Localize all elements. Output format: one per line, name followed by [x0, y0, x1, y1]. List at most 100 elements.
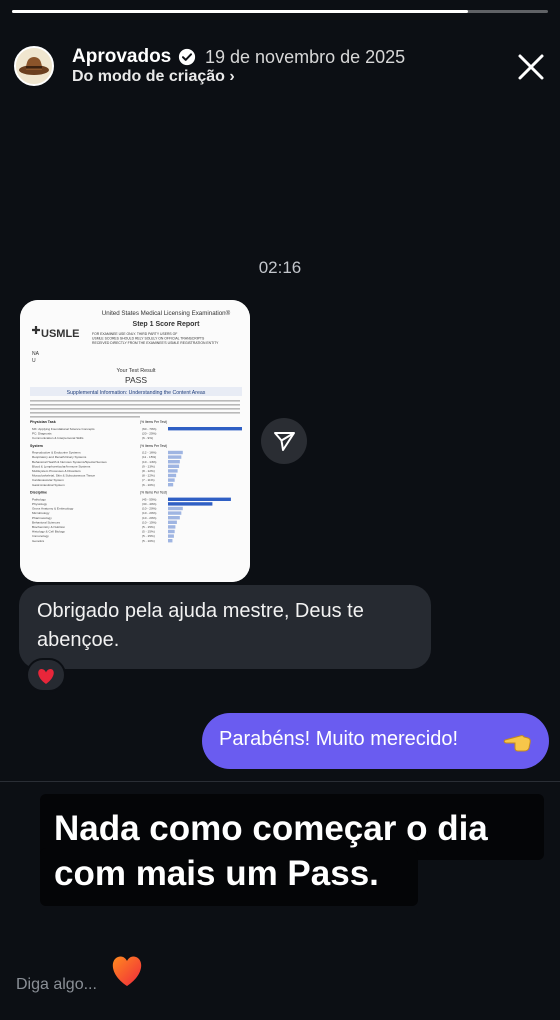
report-row-bar	[168, 511, 182, 515]
report-row-range: (10 - 20%)	[142, 507, 156, 511]
report-row-label: Communication & Interpersonal Skills	[32, 436, 84, 440]
report-row-range: (8 - 12%)	[142, 474, 155, 478]
share-button[interactable]	[261, 418, 307, 464]
report-group-heading: Discipline	[30, 491, 47, 495]
report-row-label: Behavioral Health & Nervous Systems/Spec…	[32, 460, 107, 464]
close-icon[interactable]	[516, 52, 546, 82]
like-heart-icon[interactable]	[106, 950, 148, 990]
report-column-heading: (% Items Per Test)	[140, 420, 167, 424]
report-row-label: Respiratory and Renal/Urinary Systems	[32, 455, 87, 459]
report-title: Step 1 Score Report	[133, 321, 201, 328]
verified-badge-icon	[178, 48, 196, 66]
report-row-range: (11 - 15%)	[142, 455, 156, 459]
report-row-label: Gastrointestinal System	[32, 483, 65, 487]
report-body-line	[30, 404, 240, 406]
report-row-label: Immunology	[32, 534, 49, 538]
report-row-label: Cardiovascular System	[32, 478, 64, 482]
report-row-label: PC: Diagnosis	[32, 431, 52, 435]
report-row-bar	[168, 450, 183, 455]
send-icon	[274, 432, 295, 451]
story-caption: Nada como começar o dia com mais um Pass…	[54, 806, 534, 896]
avatar[interactable]	[14, 46, 54, 86]
report-row-bar	[168, 529, 175, 534]
report-row-range: (30 - 40%)	[142, 502, 156, 506]
incoming-message-bubble[interactable]: Obrigado pela ajuda mestre, Deus te aben…	[19, 585, 431, 669]
report-group-heading: System	[30, 444, 43, 448]
report-body-line	[30, 416, 140, 418]
report-body-line	[30, 408, 240, 410]
result-label: Your Test Result	[117, 368, 156, 374]
report-row-label: Biochemistry & Nutrition	[32, 525, 65, 529]
report-row-range: (12 - 16%)	[142, 451, 156, 455]
message-timestamp: 02:16	[258, 258, 302, 277]
cowboy-hat-icon	[16, 48, 52, 84]
report-column-heading: (% Items Per Test)	[140, 444, 167, 448]
report-row-bar	[168, 539, 173, 543]
divider	[0, 781, 560, 782]
post-date: 19 de novembro de 2025	[205, 47, 406, 67]
outgoing-message-bubble[interactable]: Parabéns! Muito merecido!	[202, 713, 549, 769]
report-row-label: MK: Applying Foundational Science Concep…	[32, 427, 95, 431]
report-row-label: Behavioral Sciences	[32, 520, 60, 524]
report-body-line	[30, 400, 240, 402]
report-row-bar	[168, 469, 178, 473]
report-row-bar	[168, 534, 174, 538]
caption-line: Nada como começar o dia	[54, 809, 488, 848]
report-row-bar	[168, 483, 174, 487]
report-row-range: (7 - 11%)	[142, 478, 155, 482]
report-row-range: (60 - 70%)	[142, 427, 156, 431]
report-row-range: (5 - 15%)	[142, 530, 155, 534]
reply-input[interactable]: Diga algo...	[16, 976, 97, 994]
report-row-bar	[168, 464, 180, 468]
incoming-message-text: Obrigado pela ajuda mestre, Deus te aben…	[37, 600, 364, 651]
report-column-heading: (% Items Per Test)	[140, 491, 167, 495]
svg-text:NA: NA	[32, 351, 40, 357]
report-row-bar	[168, 525, 176, 529]
score-report-photo[interactable]: United States Medical Licensing Examinat…	[20, 300, 250, 582]
report-row-label: Pharmacology	[32, 516, 52, 520]
report-row-label: Genetics	[32, 539, 45, 543]
caption-line: com mais um Pass.	[54, 854, 379, 893]
report-row-bar	[168, 473, 177, 478]
report-row-range: (5 - 10%)	[142, 539, 155, 543]
message-reaction[interactable]	[26, 658, 66, 692]
svg-text:USMLE: USMLE	[41, 328, 80, 340]
report-row-label: Reproductive & Endocrine Systems	[32, 451, 81, 455]
outgoing-message-text: Parabéns! Muito merecido!	[219, 728, 459, 750]
report-header-line: United States Medical Licensing Examinat…	[102, 310, 231, 317]
report-row-label: Blood & Lymphoreticular/Immune Systems	[32, 464, 91, 468]
report-row-label: Microbiology	[32, 511, 50, 515]
report-row-range: (10 - 20%)	[142, 516, 156, 520]
report-body-line	[30, 412, 240, 414]
report-row-range: (6 - 10%)	[142, 483, 155, 487]
report-row-bar	[168, 427, 242, 431]
story-header: Aprovados 19 de novembro de 2025 Do modo…	[14, 44, 546, 90]
pointing-hand-icon	[503, 735, 531, 752]
report-row-bar	[168, 497, 231, 501]
report-row-range: (5 - 15%)	[142, 534, 155, 538]
account-name[interactable]: Aprovados	[72, 46, 171, 68]
score-report-document: United States Medical Licensing Examinat…	[20, 300, 250, 582]
report-row-range: (5 - 15%)	[142, 525, 155, 529]
report-group-heading: Physician Task	[30, 420, 56, 424]
report-row-range: (10 - 15%)	[142, 520, 156, 524]
report-row-range: (10 - 14%)	[142, 460, 156, 464]
report-row-label: Pathology	[32, 497, 46, 501]
report-row-range: (6 - 9%)	[142, 436, 153, 440]
report-row-range: (10 - 20%)	[142, 511, 156, 515]
report-row-range: (45 - 55%)	[142, 497, 156, 501]
report-row-label: Multisystem Processes & Disorders	[32, 469, 81, 473]
report-row-bar	[168, 502, 213, 506]
section-title: Supplemental Information: Understanding …	[67, 390, 206, 396]
report-row-label: Physiology	[32, 502, 47, 506]
report-row-bar	[168, 520, 177, 524]
report-row-range: (20 - 25%)	[142, 431, 156, 435]
report-row-bar	[168, 516, 180, 520]
report-row-bar	[168, 506, 183, 511]
result-value: PASS	[125, 375, 147, 385]
heart-icon	[38, 669, 54, 684]
creation-mode-link[interactable]: Do modo de criação ›	[72, 68, 235, 86]
report-row-bar	[168, 478, 175, 482]
svg-text:U: U	[32, 358, 36, 364]
report-row-range: (9 - 13%)	[142, 464, 155, 468]
